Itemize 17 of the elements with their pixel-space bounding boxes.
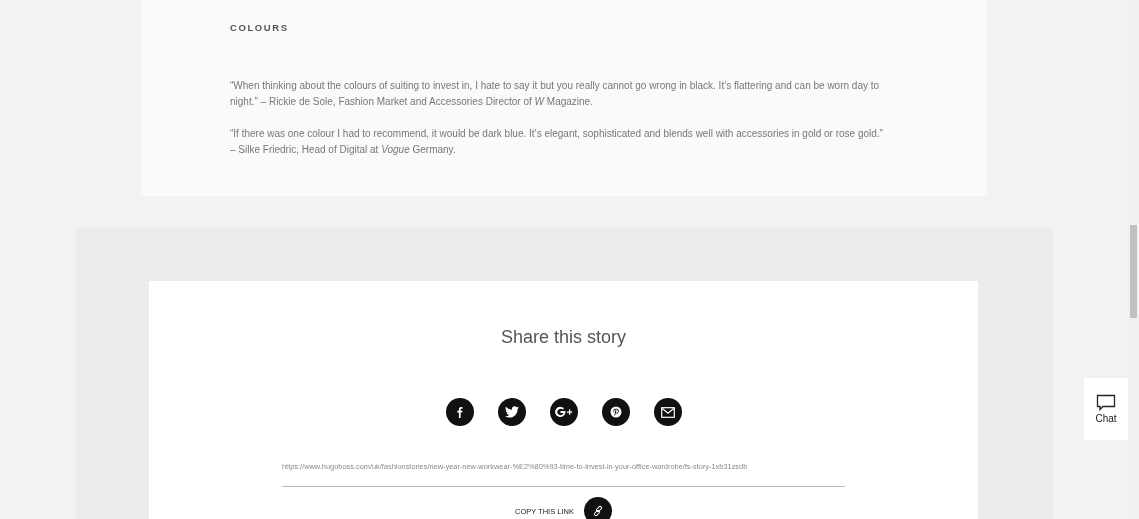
facebook-button[interactable] [445, 398, 474, 426]
googleplus-button[interactable] [549, 398, 578, 426]
g-plus-icon [554, 406, 573, 418]
section-heading: COLOURS [230, 22, 290, 33]
envelope-icon [660, 406, 675, 418]
chat-button[interactable]: Chat [1084, 378, 1128, 440]
link-icon [591, 505, 604, 517]
quote-paragraph: “When thinking about the colours of suiting to invest in, I hate to say it but you really cannot go wrong in black. It’s flattering and can be worn day to night.” – Rickie de Sole, Fashion Market and Accessories Director of W Magazine. [230, 79, 881, 109]
speech-bubble-icon [1096, 394, 1116, 412]
copy-link-button[interactable] [583, 497, 612, 519]
twitter-button[interactable] [497, 398, 526, 426]
quote-paragraph: “If there was one colour I had to recommend, it would be dark blue. It’s elegant, sophisticated and blends well with accessories in gold or rose gold.” – Silke Friedric, Head of Digital at Vogue Germany. [230, 127, 884, 157]
email-button[interactable] [653, 398, 682, 426]
p-letter-icon [609, 406, 622, 418]
share-title: Share this story [500, 327, 627, 348]
pinterest-button[interactable] [601, 398, 630, 426]
bird-icon [504, 406, 519, 418]
